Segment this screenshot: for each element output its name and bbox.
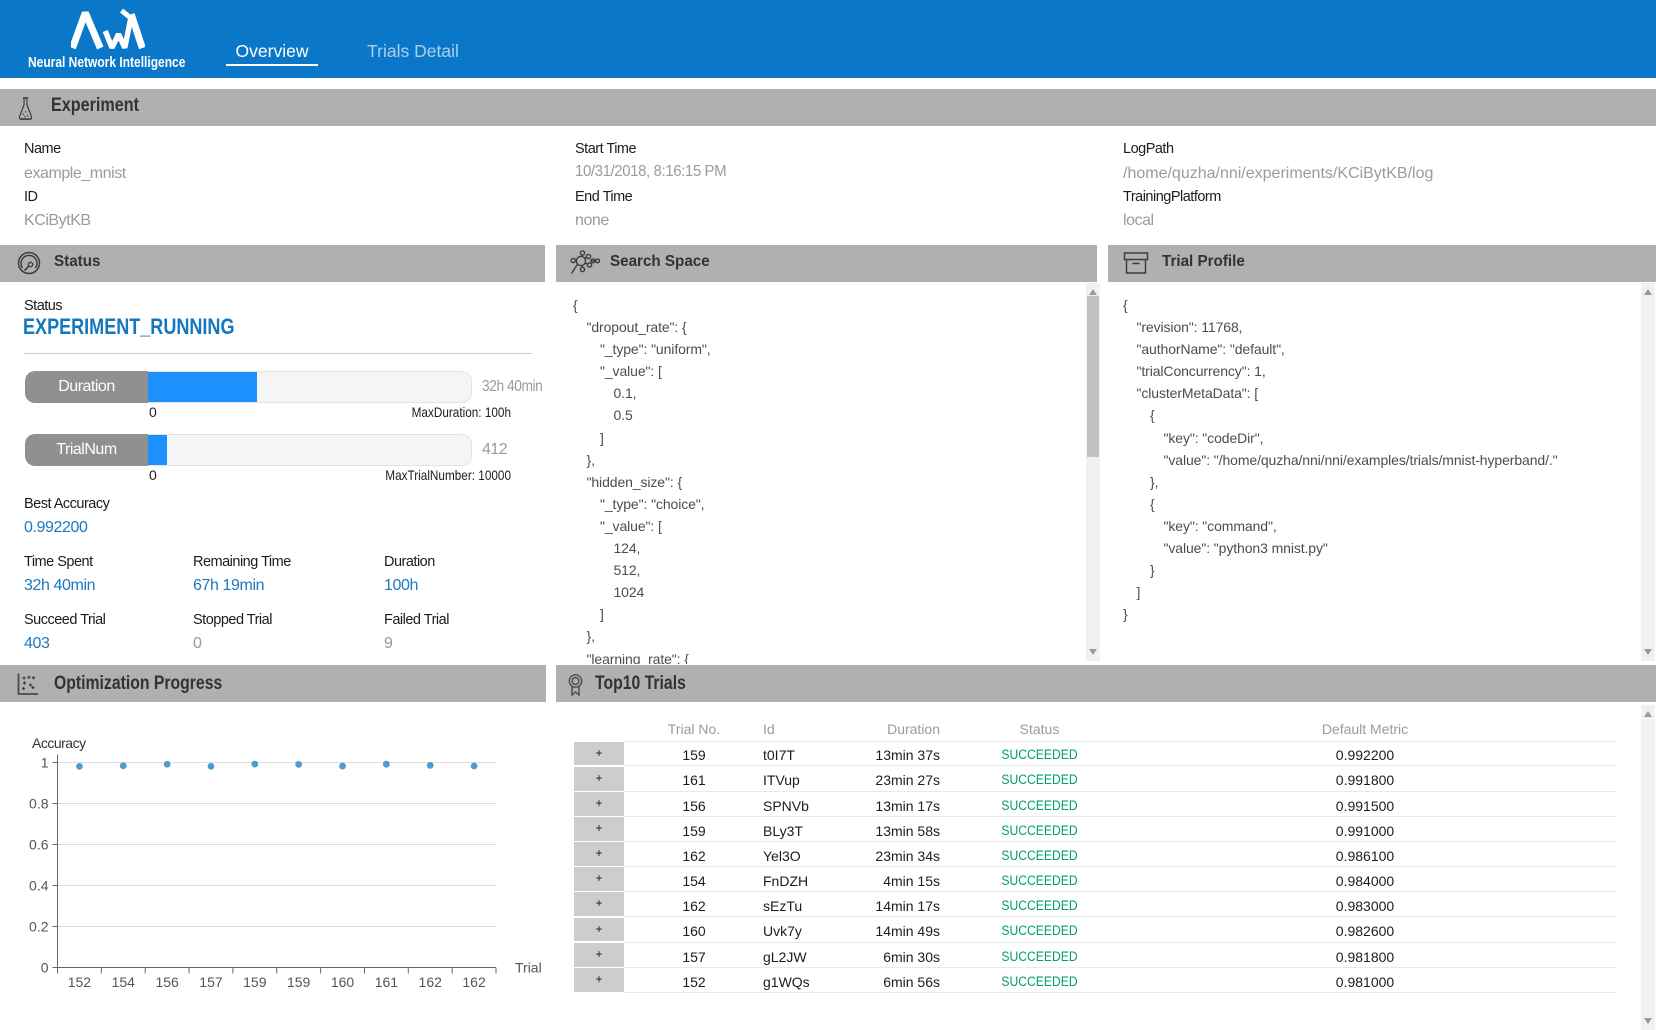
svg-text:162: 162 <box>419 974 443 990</box>
svg-text:157: 157 <box>199 974 223 990</box>
svg-text:Trial: Trial <box>515 960 542 976</box>
svg-text:Accuracy: Accuracy <box>32 735 86 751</box>
svg-text:152: 152 <box>68 974 92 990</box>
svg-text:156: 156 <box>155 974 179 990</box>
svg-text:160: 160 <box>331 974 355 990</box>
svg-text:159: 159 <box>243 974 267 990</box>
svg-text:0.6: 0.6 <box>29 837 49 853</box>
svg-text:0: 0 <box>41 960 49 976</box>
svg-text:0.4: 0.4 <box>29 878 49 894</box>
svg-text:162: 162 <box>462 974 486 990</box>
svg-text:161: 161 <box>375 974 399 990</box>
svg-text:0.8: 0.8 <box>29 796 49 812</box>
svg-text:159: 159 <box>287 974 311 990</box>
svg-text:1: 1 <box>41 755 49 771</box>
svg-text:0.2: 0.2 <box>29 919 49 935</box>
svg-text:154: 154 <box>112 974 136 990</box>
